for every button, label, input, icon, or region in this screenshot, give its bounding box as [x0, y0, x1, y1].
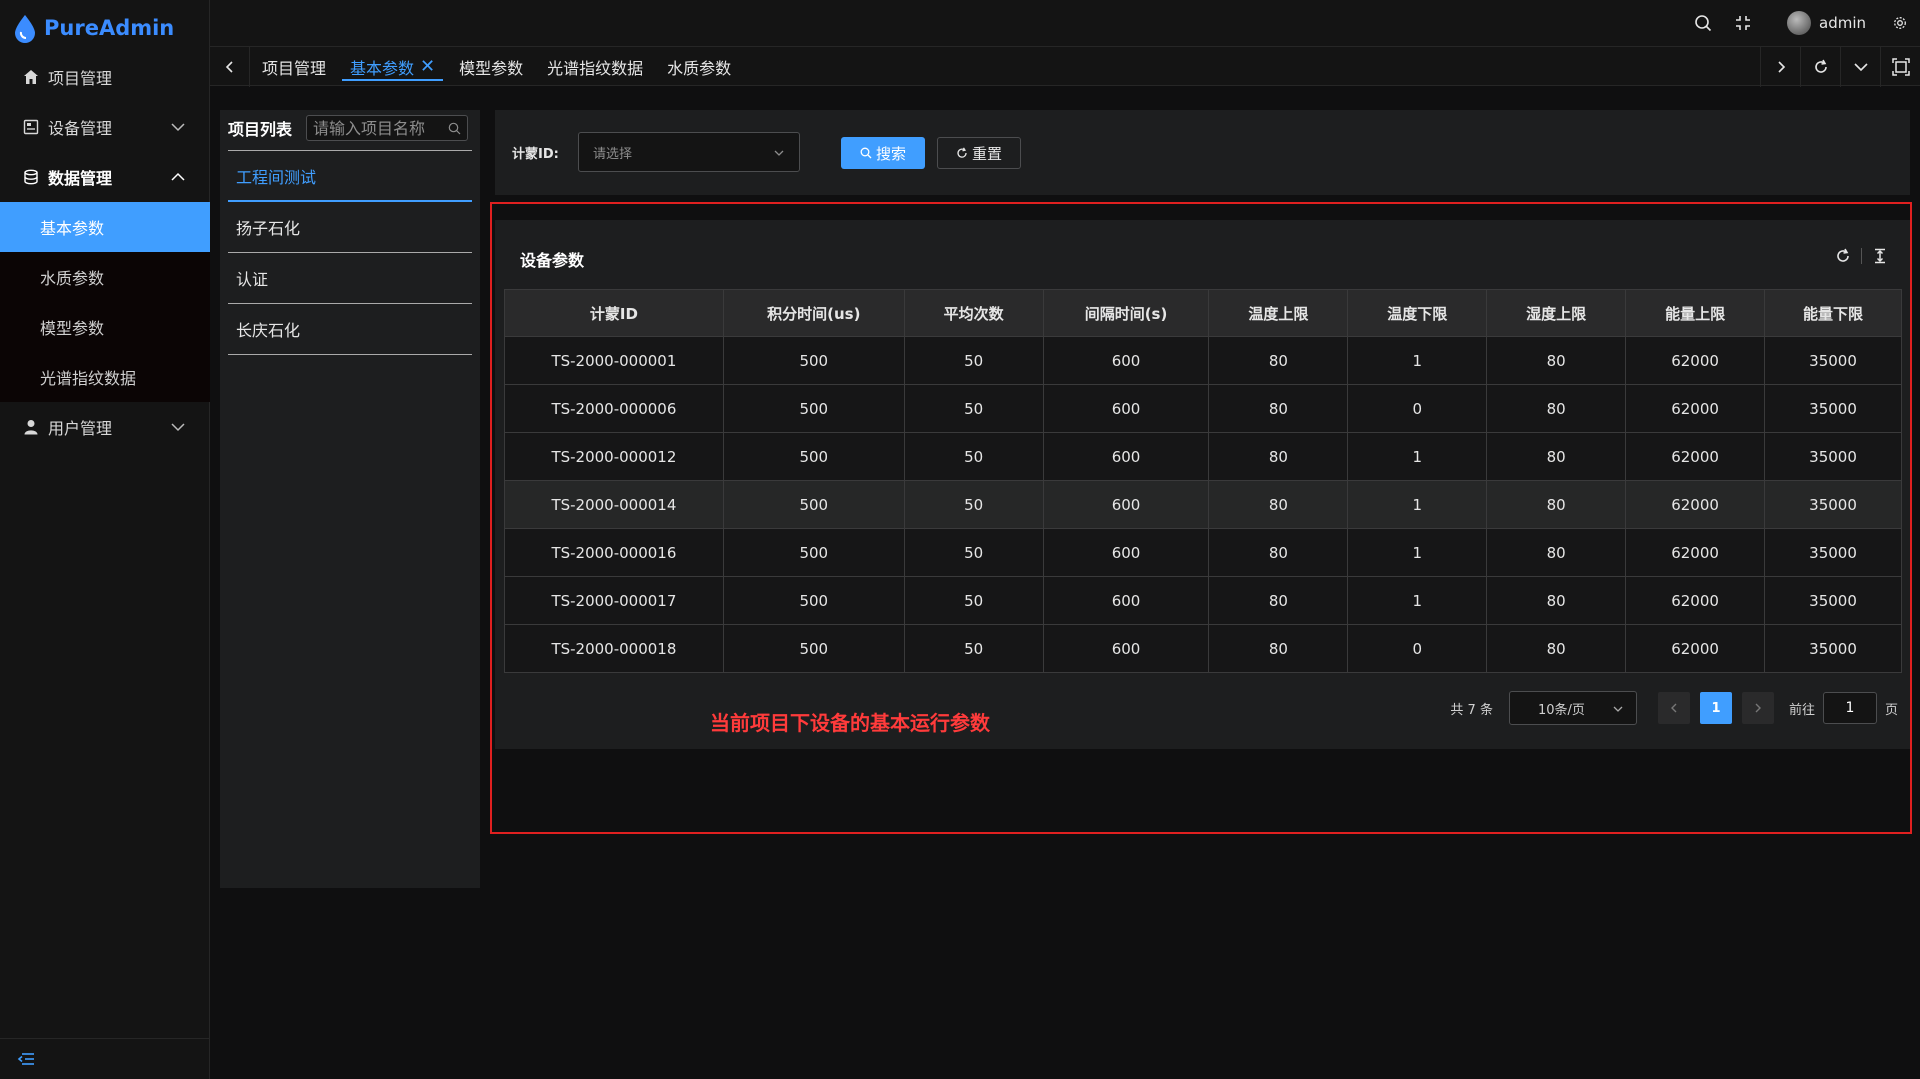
chevron-right-icon: [1777, 61, 1785, 73]
tab-bar: 项目管理 基本参数 ✕ 模型参数 光谱指纹数据 水质参数: [210, 46, 1920, 87]
sidebar: PureAdmin 项目管理 设备管理 数据管理 基本参数 水质参数 模型参数: [0, 0, 210, 1079]
search-button-label: 搜索: [875, 144, 906, 163]
tabs: 项目管理 基本参数 ✕ 模型参数 光谱指纹数据 水质参数: [250, 47, 743, 87]
tab-menu-button[interactable]: [1840, 47, 1880, 87]
logo-text: PureAdmin: [44, 16, 175, 40]
sidebar-item-device[interactable]: 设备管理: [0, 102, 210, 152]
device-id-label: 计蒙ID:: [512, 147, 559, 162]
project-list-panel: 项目列表 工程间测试 扬子石化 认证 长庆石化: [220, 110, 480, 888]
home-icon: [22, 68, 40, 86]
sidebar-item-project[interactable]: 项目管理: [0, 52, 210, 102]
avatar[interactable]: [1787, 11, 1811, 35]
search-icon[interactable]: [1693, 13, 1713, 33]
tab-label: 基本参数: [350, 59, 415, 78]
expand-icon: [1891, 58, 1910, 76]
tab-model-params[interactable]: 模型参数: [447, 47, 535, 87]
tab-scroll-right-button[interactable]: [1760, 47, 1800, 87]
project-list-title: 项目列表: [228, 120, 293, 139]
project-search-input[interactable]: [313, 118, 444, 138]
search-icon: [860, 147, 872, 159]
maximize-content-button[interactable]: [1880, 47, 1920, 87]
drop-logo-icon: [15, 15, 35, 43]
tab-label: 模型参数: [459, 59, 524, 78]
search-button[interactable]: 搜索: [841, 137, 925, 169]
close-icon[interactable]: ✕: [420, 58, 435, 76]
tab-water-params[interactable]: 水质参数: [655, 47, 743, 87]
tab-actions: [1760, 47, 1920, 87]
tab-label: 水质参数: [667, 59, 732, 78]
sidebar-item-data[interactable]: 数据管理: [0, 152, 210, 202]
sidebar-item-user[interactable]: 用户管理: [0, 402, 210, 452]
data-submenu: 基本参数 水质参数 模型参数 光谱指纹数据: [0, 202, 210, 402]
username[interactable]: admin: [1819, 14, 1866, 32]
topbar: admin: [210, 0, 1920, 46]
chevron-down-icon: [1853, 63, 1868, 72]
filter-panel: 计蒙ID: 请选择 搜索 重置: [495, 110, 1910, 195]
chevron-up-icon: [171, 172, 185, 181]
reset-button[interactable]: 重置: [937, 137, 1021, 169]
highlight-annotation-box: [490, 202, 1912, 834]
database-icon: [22, 168, 40, 186]
tab-scroll-left-button[interactable]: [210, 47, 250, 87]
sidebar-subitem-basic-params[interactable]: 基本参数: [0, 202, 210, 252]
chevron-down-icon: [171, 423, 185, 432]
sidebar-menu: 项目管理 设备管理 数据管理 基本参数 水质参数 模型参数 光谱指纹数据 用户管…: [0, 52, 210, 452]
refresh-tab-button[interactable]: [1800, 47, 1840, 87]
divider: [0, 1038, 210, 1039]
collapse-sidebar-icon[interactable]: [16, 1049, 36, 1069]
project-item[interactable]: 长庆石化: [228, 304, 472, 355]
tab-spectral-data[interactable]: 光谱指纹数据: [535, 47, 655, 87]
chevron-down-icon: [774, 150, 784, 156]
user-icon: [22, 418, 40, 436]
refresh-icon: [957, 147, 967, 158]
select-placeholder: 请选择: [593, 146, 633, 162]
device-icon: [22, 118, 40, 136]
project-search[interactable]: [306, 115, 469, 141]
logo[interactable]: PureAdmin: [12, 10, 174, 46]
search-icon[interactable]: [448, 122, 461, 135]
sidebar-item-label: 用户管理: [48, 419, 113, 438]
sidebar-item-label: 数据管理: [48, 169, 113, 188]
sidebar-subitem-model-params[interactable]: 模型参数: [0, 302, 210, 352]
fullscreen-icon[interactable]: [1733, 13, 1753, 33]
reset-button-label: 重置: [971, 144, 1002, 163]
gear-icon[interactable]: [1890, 13, 1910, 33]
refresh-icon: [1814, 59, 1827, 73]
tab-label: 光谱指纹数据: [547, 59, 644, 78]
sidebar-subitem-water-params[interactable]: 水质参数: [0, 252, 210, 302]
sidebar-subitem-spectral-data[interactable]: 光谱指纹数据: [0, 352, 210, 402]
chevron-down-icon: [171, 123, 185, 132]
device-id-select[interactable]: 请选择: [578, 132, 800, 172]
project-item[interactable]: 工程间测试: [228, 151, 472, 202]
sidebar-item-label: 项目管理: [48, 69, 113, 88]
tab-basic-params[interactable]: 基本参数 ✕: [338, 47, 447, 87]
tab-project[interactable]: 项目管理: [250, 47, 338, 87]
chevron-left-icon: [225, 61, 233, 73]
project-item[interactable]: 认证: [228, 253, 472, 304]
sidebar-item-label: 设备管理: [48, 119, 113, 138]
tab-label: 项目管理: [262, 59, 327, 78]
project-item[interactable]: 扬子石化: [228, 202, 472, 253]
